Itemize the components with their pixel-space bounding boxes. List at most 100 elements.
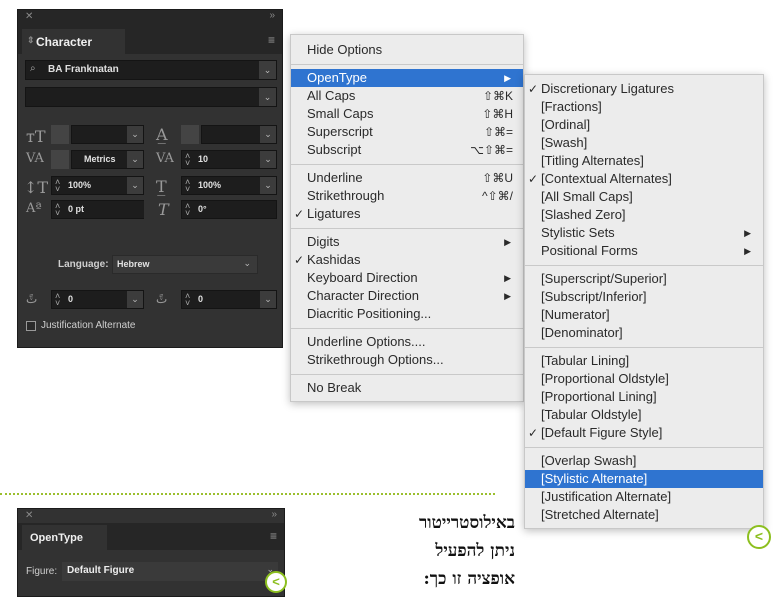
chevron-down-icon[interactable]: ⌄: [127, 177, 143, 194]
menu-item[interactable]: Strikethrough ^⇧⌘/: [291, 187, 523, 205]
kerning-value: Metrics: [84, 154, 116, 164]
horizontal-scale-icon: T̲: [156, 177, 167, 196]
panel-menu-icon[interactable]: ≡: [270, 529, 277, 543]
menu-item[interactable]: Diacritic Positioning...: [291, 305, 523, 323]
menu-item-label: Strikethrough: [307, 188, 385, 203]
chevron-down-icon[interactable]: ⌄: [259, 88, 276, 106]
chevron-down-icon[interactable]: ⌄: [243, 258, 251, 269]
baseline-shift-icon: Aª: [26, 201, 42, 216]
tab-opentype[interactable]: OpenType: [22, 525, 107, 550]
leading-spinner[interactable]: [181, 125, 199, 144]
menu-item[interactable]: [Numerator]: [525, 306, 763, 324]
menu-item[interactable]: [Titling Alternates]: [525, 152, 763, 170]
chevron-down-icon[interactable]: ⌄: [260, 177, 276, 194]
menu-item[interactable]: OpenType ▶: [291, 69, 523, 87]
stepper-icon[interactable]: ˄ ˅: [185, 152, 190, 168]
close-icon[interactable]: ✕: [25, 510, 33, 521]
stepper-icon[interactable]: ˄ ˅: [55, 178, 60, 194]
chevron-down-icon[interactable]: ⌄: [260, 151, 276, 168]
chevron-down-icon[interactable]: ⌄: [259, 61, 276, 79]
menu-item[interactable]: ✓ Ligatures: [291, 205, 523, 223]
skew-field[interactable]: ˄ ˅ 0°: [181, 200, 277, 219]
font-size-field[interactable]: ⌄: [71, 125, 144, 144]
menu-item[interactable]: [Superscript/Superior]: [525, 270, 763, 288]
menu-item[interactable]: ✓ Discretionary Ligatures: [525, 80, 763, 98]
menu-item[interactable]: All Caps ⇧⌘K: [291, 87, 523, 105]
chevron-down-icon[interactable]: ⌄: [127, 126, 143, 143]
menu-item[interactable]: [Tabular Oldstyle]: [525, 406, 763, 424]
font-family-field[interactable]: ⌕ BA Franknatan ⌄: [25, 60, 277, 80]
panel-menu-icon[interactable]: ≡: [268, 33, 275, 47]
justification-alternate-checkbox[interactable]: [26, 321, 36, 331]
collapse-icon[interactable]: »: [269, 10, 275, 21]
menu-item[interactable]: Underline Options....: [291, 333, 523, 351]
stepper-icon[interactable]: ˄ ˅: [55, 292, 60, 308]
menu-item[interactable]: [Stretched Alternate]: [525, 506, 763, 524]
menu-item[interactable]: ✓ Kashidas: [291, 251, 523, 269]
menu-item[interactable]: [Stylistic Alternate]: [525, 470, 763, 488]
submenu-arrow-icon: ▶: [504, 237, 511, 247]
kerning-icon: VA: [26, 151, 44, 166]
menu-item[interactable]: [All Small Caps]: [525, 188, 763, 206]
vertical-scale-field[interactable]: ˄ ˅ 100% ⌄: [51, 176, 144, 195]
collapse-icon[interactable]: »: [271, 509, 277, 520]
menu-item[interactable]: Subscript ⌥⇧⌘=: [291, 141, 523, 159]
menu-item[interactable]: Strikethrough Options...: [291, 351, 523, 369]
stepper-icon[interactable]: ˄ ˅: [185, 178, 190, 194]
menu-item[interactable]: Digits ▶: [291, 233, 523, 251]
menu-item[interactable]: No Break: [291, 379, 523, 397]
menu-item[interactable]: [Justification Alternate]: [525, 488, 763, 506]
menu-item[interactable]: [Overlap Swash]: [525, 452, 763, 470]
chevron-down-icon[interactable]: ⌄: [127, 291, 143, 308]
menu-item[interactable]: Stylistic Sets ▶: [525, 224, 763, 242]
menu-item-label: [Tabular Lining]: [541, 353, 630, 368]
menu-item-label: All Caps: [307, 88, 356, 103]
menu-item[interactable]: ✓ [Contextual Alternates]: [525, 170, 763, 188]
menu-item[interactable]: [Fractions]: [525, 98, 763, 116]
chevron-down-icon[interactable]: ⌄: [260, 291, 276, 308]
kerning-spinner[interactable]: [51, 150, 69, 169]
menu-item[interactable]: [Denominator]: [525, 324, 763, 342]
menu-item[interactable]: [Ordinal]: [525, 116, 763, 134]
tab-opentype-label: OpenType: [30, 532, 83, 544]
diacritic-y-field[interactable]: ˄ ˅ 0 ⌄: [181, 290, 277, 309]
baseline-shift-field[interactable]: ˄ ˅ 0 pt: [51, 200, 144, 219]
figure-select[interactable]: Default Figure ⌄: [62, 562, 278, 581]
menu-item[interactable]: Keyboard Direction ▶: [291, 269, 523, 287]
menu-item-shortcut: ⌥⇧⌘=: [470, 143, 513, 157]
diacritic-x-icon: ٽً: [26, 292, 38, 306]
menu-item[interactable]: ✓ [Default Figure Style]: [525, 424, 763, 442]
baseline-shift-value: 0 pt: [68, 204, 85, 214]
kerning-field[interactable]: Metrics ⌄: [71, 150, 144, 169]
menu-item[interactable]: Hide Options: [291, 41, 523, 59]
menu-item[interactable]: [Subscript/Inferior]: [525, 288, 763, 306]
menu-item[interactable]: Character Direction ▶: [291, 287, 523, 305]
diacritic-x-field[interactable]: ˄ ˅ 0 ⌄: [51, 290, 144, 309]
stepper-icon[interactable]: ˄ ˅: [55, 202, 60, 218]
font-size-spinner[interactable]: [51, 125, 69, 144]
menu-item-label: Ligatures: [307, 206, 361, 221]
menu-item[interactable]: [Tabular Lining]: [525, 352, 763, 370]
stepper-icon[interactable]: ˄ ˅: [185, 292, 190, 308]
stepper-icon[interactable]: ˄ ˅: [185, 202, 190, 218]
menu-item[interactable]: [Slashed Zero]: [525, 206, 763, 224]
menu-item-label: [Default Figure Style]: [541, 425, 663, 440]
caption-line-2: ניתן להפעיל: [435, 541, 515, 561]
menu-item[interactable]: Small Caps ⇧⌘H: [291, 105, 523, 123]
tracking-field[interactable]: ˄ ˅ 10 ⌄: [181, 150, 277, 169]
chevron-down-icon[interactable]: ⌄: [127, 151, 143, 168]
menu-item-label: Positional Forms: [541, 243, 638, 258]
font-style-field[interactable]: ⌄: [25, 87, 277, 107]
menu-item[interactable]: [Proportional Lining]: [525, 388, 763, 406]
leading-field[interactable]: ⌄: [201, 125, 277, 144]
menu-item[interactable]: Underline ⇧⌘U: [291, 169, 523, 187]
horizontal-scale-field[interactable]: ˄ ˅ 100% ⌄: [181, 176, 277, 195]
close-icon[interactable]: ✕: [25, 11, 33, 22]
language-select[interactable]: Hebrew ⌄: [112, 255, 258, 274]
tab-character[interactable]: ⇕ Character: [22, 29, 125, 54]
menu-item[interactable]: [Swash]: [525, 134, 763, 152]
menu-item[interactable]: Positional Forms ▶: [525, 242, 763, 260]
chevron-down-icon[interactable]: ⌄: [260, 126, 276, 143]
menu-item[interactable]: Superscript ⇧⌘=: [291, 123, 523, 141]
menu-item[interactable]: [Proportional Oldstyle]: [525, 370, 763, 388]
